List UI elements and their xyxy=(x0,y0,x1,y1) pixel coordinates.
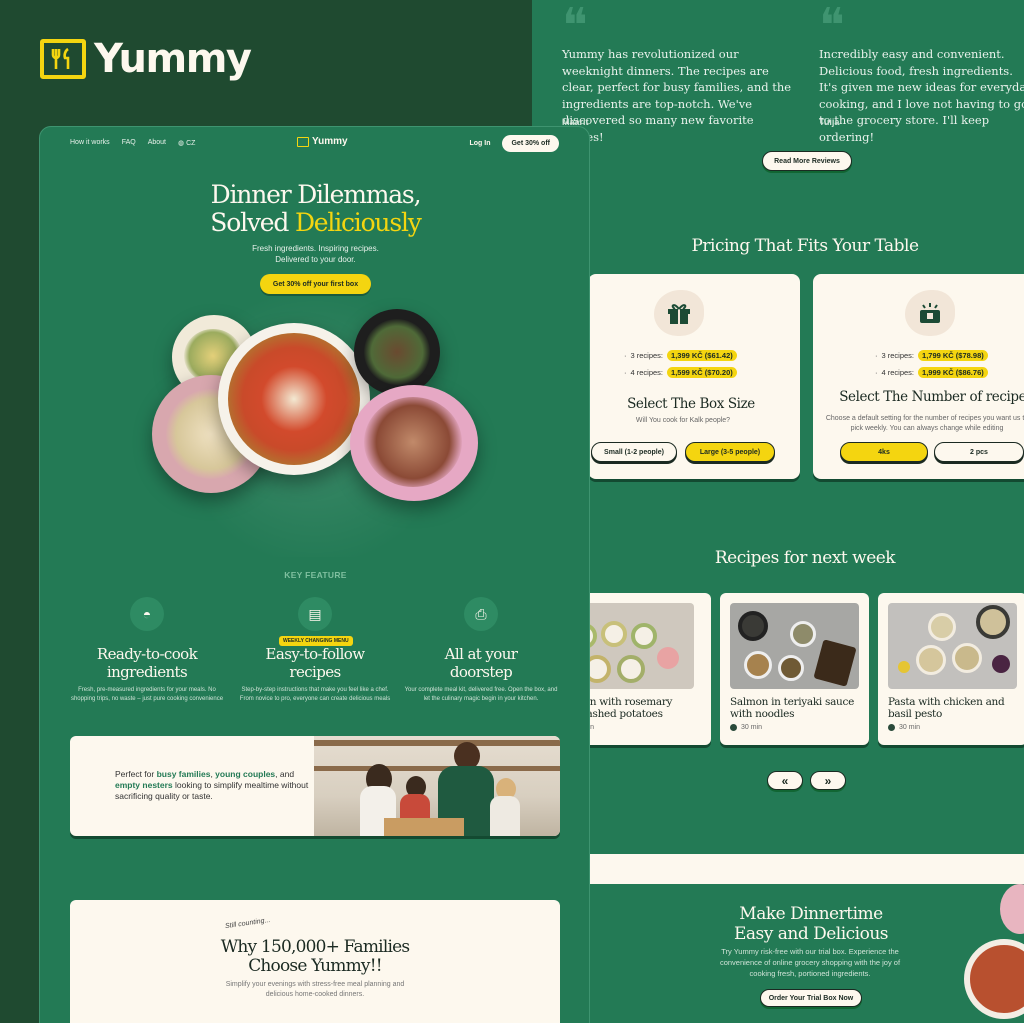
feature-desc: Fresh, pre-measured ingredients for your… xyxy=(70,687,224,702)
globe-icon: ◍ xyxy=(178,140,185,147)
review-text: Incredibly easy and convenient. Deliciou… xyxy=(819,47,1024,144)
why-title: Why 150,000+ Families Choose Yummy!! xyxy=(220,937,410,976)
price-tag: 1,599 KČ ($70.20) xyxy=(667,367,737,378)
nav-cta-button[interactable]: Get 30% off xyxy=(502,135,559,152)
price-row: · 4 recipes: 1,999 KČ ($86.76) xyxy=(875,367,988,378)
why-card: Still counting... Why 150,000+ Families C… xyxy=(70,900,560,1023)
pricing-card-box-size: · 3 recipes: 1,399 KČ ($61.42) · 4 recipes:… xyxy=(588,274,800,479)
price-tag: 1,399 KČ ($61.42) xyxy=(667,350,737,361)
family-photo xyxy=(314,736,560,836)
feature-doorstep: ⎙ All at your doorstep Your complete meal… xyxy=(396,597,566,704)
fork-knife-icon xyxy=(40,39,86,79)
flatbread-plate xyxy=(350,385,478,501)
weekly-menu-badge: WEEKLY CHANGING MENU xyxy=(279,636,353,646)
hero-subtitle: Fresh ingredients. Inspiring recipes. Del… xyxy=(252,244,379,264)
option-4-button[interactable]: 4ks xyxy=(840,442,928,462)
fork-knife-icon xyxy=(297,136,309,147)
why-subtitle: Simplify your evenings with stress-free … xyxy=(225,981,405,998)
price-tag: 1,999 KČ ($86.76) xyxy=(918,367,988,378)
pricing-card-recipes: · 3 recipes: 1,799 KČ ($78.98) · 4 recipes:… xyxy=(813,274,1024,479)
recipe-card[interactable]: Pasta with chicken and basil pesto 30 mi… xyxy=(878,593,1024,745)
order-trial-box-button[interactable]: Order Your Trial Box Now xyxy=(760,989,862,1007)
nav-actions: Log In Get 30% off xyxy=(469,135,559,152)
audience-card: Perfect for busy families, young couples… xyxy=(70,736,560,836)
recipe-time: 30 min xyxy=(888,724,920,731)
pricing-card-desc: Choose a default setting for the number … xyxy=(825,415,1024,432)
feature-title: All at your doorstep xyxy=(444,645,518,681)
nav-faq[interactable]: FAQ xyxy=(122,139,136,147)
price-row: · 3 recipes: 1,799 KČ ($78.98) xyxy=(875,350,988,361)
option-2-button[interactable]: 2 pcs xyxy=(934,442,1024,462)
prev-arrow-button[interactable]: « xyxy=(767,771,803,790)
hero-title: Dinner Dilemmas, Solved Deliciously xyxy=(210,180,422,237)
pizza-plate xyxy=(218,323,370,475)
clock-icon xyxy=(730,724,737,731)
feature-title: Easy-to-follow recipes xyxy=(265,645,366,681)
key-feature-label: KEY FEATURE xyxy=(284,570,347,580)
bowl-icon: ◓ xyxy=(130,597,164,631)
top-nav: How it works FAQ About ◍ CZ xyxy=(70,139,195,147)
price-tag: 1,799 KČ ($78.98) xyxy=(918,350,988,361)
price-row: · 4 recipes: 1,599 KČ ($70.20) xyxy=(624,367,737,378)
recipe-image xyxy=(888,603,1017,689)
pricing-card-title: Select The Number of recipes xyxy=(839,389,1024,405)
language-switch[interactable]: ◍ CZ xyxy=(178,139,195,147)
recipe-image xyxy=(730,603,859,689)
quote-icon: ❝ xyxy=(819,0,845,54)
section-divider xyxy=(532,854,1024,884)
recipe-name: Pasta with chicken and basil pesto xyxy=(888,696,1005,720)
hand-box-icon: ⎙ xyxy=(464,597,498,631)
nav-about[interactable]: About xyxy=(148,139,166,147)
nav-logo[interactable]: Yummy xyxy=(297,136,348,147)
feature-title: Ready-to-cook ingredients xyxy=(96,645,198,681)
option-small-button[interactable]: Small (1-2 people) xyxy=(591,442,677,462)
login-link[interactable]: Log In xyxy=(469,140,490,147)
hero-cta-button[interactable]: Get 30% off your first box xyxy=(260,274,371,294)
quote-icon: ❝ xyxy=(562,0,588,54)
read-more-reviews-button[interactable]: Read More Reviews xyxy=(762,151,852,171)
review-text: Yummy has revolutionized our weeknight d… xyxy=(562,47,792,144)
audience-text: Perfect for busy families, young couples… xyxy=(115,769,309,801)
recipe-name: Salmon in teriyaki sauce with noodles xyxy=(730,696,855,720)
brand-logo[interactable]: Yummy xyxy=(40,36,252,82)
gift-icon xyxy=(654,290,704,336)
treasure-icon xyxy=(905,290,955,336)
nav-how-it-works[interactable]: How it works xyxy=(70,139,110,147)
pricing-card-title: Select The Box Size xyxy=(627,396,755,412)
right-page-preview: ❝ Yummy has revolutionized our weeknight… xyxy=(492,0,1024,1023)
recipe-time: 30 min xyxy=(730,724,762,731)
book-icon: ▤ xyxy=(298,597,332,631)
brand-name: Yummy xyxy=(94,36,252,82)
feature-desc: Your complete meal kit, delivered free. … xyxy=(404,687,558,702)
recipes-title: Recipes for next week xyxy=(714,548,896,568)
bottom-cta-title: Make Dinnertime Easy and Delicious xyxy=(733,904,889,944)
main-page-preview: How it works FAQ About ◍ CZ Yummy Log In… xyxy=(39,126,590,1023)
steak-bowl xyxy=(354,309,440,395)
pricing-card-desc: Will You cook for Kalk people? xyxy=(635,417,731,424)
feature-ingredients: ◓ Ready-to-cook ingredients Fresh, pre-me… xyxy=(62,597,232,704)
feature-recipes: ▤ Easy-to-follow recipes Step-by-step ins… xyxy=(230,597,400,704)
option-large-button[interactable]: Large (3-5 people) xyxy=(685,442,775,462)
next-arrow-button[interactable]: » xyxy=(810,771,846,790)
clock-icon xyxy=(888,724,895,731)
recipe-card[interactable]: Salmon in teriyaki sauce with noodles 30… xyxy=(720,593,869,745)
handwritten-note: Still counting... xyxy=(224,916,271,931)
pricing-title: Pricing That Fits Your Table xyxy=(691,236,919,256)
price-row: · 3 recipes: 1,399 KČ ($61.42) xyxy=(624,350,737,361)
review-author: Tuija xyxy=(819,117,840,127)
bottom-cta-desc: Try Yummy risk-free with our trial box. … xyxy=(719,947,901,978)
feature-desc: Step-by-step instructions that make you … xyxy=(239,687,391,702)
